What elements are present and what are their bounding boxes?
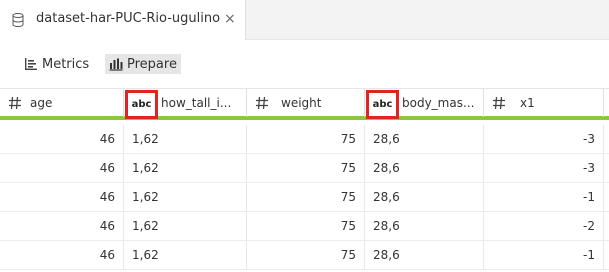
column-header-how-tall[interactable]: abc how_tall_i...: [124, 89, 247, 119]
cell-age[interactable]: 46: [0, 241, 124, 269]
cell-weight[interactable]: 75: [247, 212, 365, 240]
view-toolbar: Metrics Prepare: [0, 40, 609, 88]
cell-age[interactable]: 46: [0, 183, 124, 211]
metrics-button[interactable]: Metrics: [20, 54, 93, 74]
cell-how-tall[interactable]: 1,62: [124, 125, 247, 153]
cell-weight[interactable]: 75: [247, 183, 365, 211]
table-row: 46 1,62 75 28,6 -3: [0, 154, 609, 183]
cell-body-mass[interactable]: 28,6: [365, 154, 484, 182]
number-type-icon[interactable]: [8, 96, 22, 110]
prepare-label: Prepare: [127, 56, 177, 72]
table-row: 46 1,62 75 28,6 -2: [0, 212, 609, 241]
cell-body-mass[interactable]: 28,6: [365, 241, 484, 269]
number-type-icon[interactable]: [492, 96, 506, 110]
text-type-badge[interactable]: abc: [366, 90, 399, 119]
cell-body-mass[interactable]: 28,6: [365, 212, 484, 240]
tab-dataset[interactable]: dataset-har-PUC-Rio-ugulino ×: [0, 0, 246, 40]
cell-x1[interactable]: -3: [484, 125, 604, 153]
cell-weight[interactable]: 75: [247, 154, 365, 182]
column-name: weight: [281, 96, 322, 110]
text-type-badge[interactable]: abc: [125, 90, 158, 119]
prepare-button[interactable]: Prepare: [105, 54, 181, 74]
column-header-weight[interactable]: weight: [247, 89, 365, 117]
cell-age[interactable]: 46: [0, 212, 124, 240]
cell-body-mass[interactable]: 28,6: [365, 125, 484, 153]
database-icon: [12, 13, 24, 27]
cell-age[interactable]: 46: [0, 154, 124, 182]
column-header-row: age abc how_tall_i... weight abc body_ma…: [0, 88, 609, 120]
table-row: 46 1,62 75 28,6 -1: [0, 183, 609, 212]
tab-title: dataset-har-PUC-Rio-ugulino: [36, 11, 221, 26]
cell-x1[interactable]: -1: [484, 241, 604, 269]
cell-weight[interactable]: 75: [247, 125, 365, 153]
column-header-x1[interactable]: x1: [484, 89, 604, 117]
table-row: 46 1,62 75 28,6 -3: [0, 125, 609, 154]
cell-x1[interactable]: -3: [484, 154, 604, 182]
cell-weight[interactable]: 75: [247, 241, 365, 269]
metrics-label: Metrics: [42, 56, 90, 72]
column-name: how_tall_i...: [161, 96, 232, 110]
column-header-body-mass[interactable]: abc body_mas...: [365, 89, 484, 119]
column-header-age[interactable]: age: [0, 89, 124, 117]
column-name: age: [30, 96, 53, 110]
column-name: x1: [520, 96, 535, 110]
data-grid: age abc how_tall_i... weight abc body_ma…: [0, 88, 609, 272]
column-name: body_mas...: [402, 96, 475, 110]
number-type-icon[interactable]: [255, 96, 269, 110]
cell-x1[interactable]: -2: [484, 212, 604, 240]
metrics-icon: [25, 58, 37, 70]
table-row: 46 1,62 75 28,6 -1: [0, 241, 609, 270]
tab-bar: dataset-har-PUC-Rio-ugulino ×: [0, 0, 609, 40]
close-icon[interactable]: ×: [224, 11, 236, 27]
cell-age[interactable]: 46: [0, 125, 124, 153]
cell-body-mass[interactable]: 28,6: [365, 183, 484, 211]
cell-how-tall[interactable]: 1,62: [124, 154, 247, 182]
prepare-icon: [109, 58, 123, 71]
cell-x1[interactable]: -1: [484, 183, 604, 211]
cell-how-tall[interactable]: 1,62: [124, 241, 247, 269]
cell-how-tall[interactable]: 1,62: [124, 183, 247, 211]
cell-how-tall[interactable]: 1,62: [124, 212, 247, 240]
